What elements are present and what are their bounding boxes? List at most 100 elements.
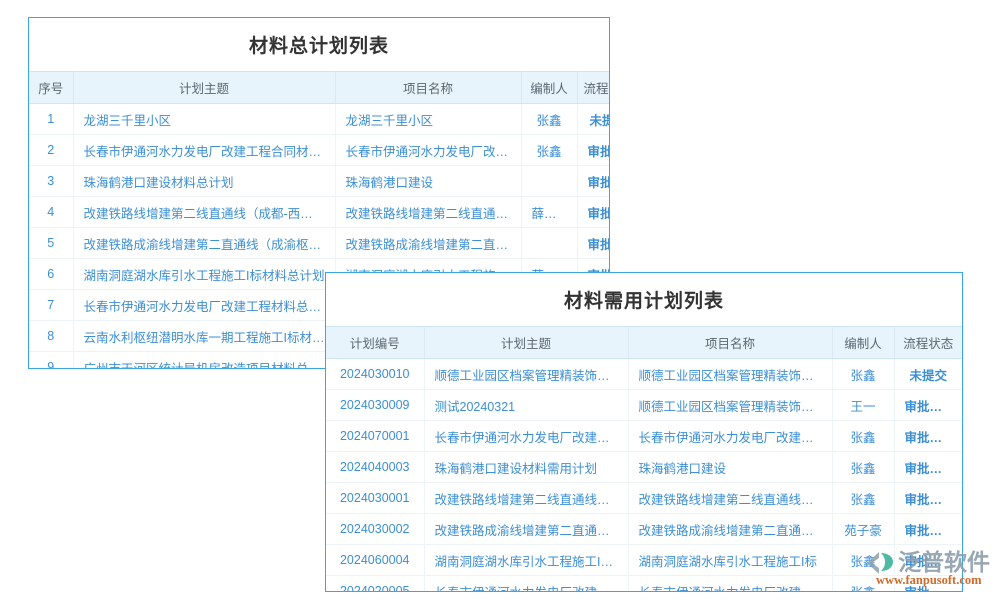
cell-person[interactable]: 张鑫	[832, 483, 894, 514]
table-row[interactable]: 2024020005长春市伊通河水力发电厂改建工程材...长春市伊通河水力发电厂…	[326, 576, 962, 593]
cell-status[interactable]: 审批通过	[577, 135, 610, 166]
cell-topic[interactable]: 测试20240321	[424, 390, 628, 421]
cell-status[interactable]: 审批通过	[894, 483, 962, 514]
table-header-row: 序号 计划主题 项目名称 编制人 流程状态	[29, 72, 610, 104]
column-header-project[interactable]: 项目名称	[335, 72, 521, 104]
cell-code[interactable]: 2024060004	[326, 545, 424, 576]
cell-index[interactable]: 4	[29, 197, 73, 228]
table-header-row: 计划编号 计划主题 项目名称 编制人 流程状态	[326, 327, 962, 359]
cell-topic[interactable]: 珠海鹤港口建设材料总计划	[73, 166, 335, 197]
cell-code[interactable]: 2024030002	[326, 514, 424, 545]
cell-status[interactable]: 审批通过	[577, 228, 610, 259]
cell-person[interactable]	[521, 166, 577, 197]
cell-topic[interactable]: 湖南洞庭湖水库引水工程施工I标材料总计划	[73, 259, 335, 290]
cell-project[interactable]: 改建铁路线增建第二线直通线（成都...	[628, 483, 832, 514]
cell-code[interactable]: 2024070001	[326, 421, 424, 452]
cell-person[interactable]: 薛保丰	[521, 197, 577, 228]
cell-person[interactable]: 张鑫	[832, 421, 894, 452]
cell-topic[interactable]: 顺德工业园区档案管理精装饰工程（...	[424, 359, 628, 390]
cell-person[interactable]: 张鑫	[832, 576, 894, 593]
column-header-status[interactable]: 流程状态	[894, 327, 962, 359]
cell-person[interactable]: 张鑫	[832, 452, 894, 483]
cell-code[interactable]: 2024020005	[326, 576, 424, 593]
cell-topic[interactable]: 改建铁路线增建第二线直通线（成都-西安）...	[73, 197, 335, 228]
cell-code[interactable]: 2024040003	[326, 452, 424, 483]
cell-person[interactable]: 张鑫	[521, 104, 577, 135]
cell-topic[interactable]: 改建铁路成渝线增建第二直通线（成渝枢纽...	[73, 228, 335, 259]
cell-project[interactable]: 长春市伊通河水力发电厂改建工程	[335, 135, 521, 166]
cell-index[interactable]: 7	[29, 290, 73, 321]
table-row[interactable]: 4改建铁路线增建第二线直通线（成都-西安）...改建铁路线增建第二线直通线（..…	[29, 197, 610, 228]
cell-status[interactable]: 审批通过	[894, 421, 962, 452]
cell-project[interactable]: 珠海鹤港口建设	[628, 452, 832, 483]
cell-topic[interactable]: 长春市伊通河水力发电厂改建工程材料总计划	[73, 290, 335, 321]
cell-topic[interactable]: 长春市伊通河水力发电厂改建工程合同材料...	[73, 135, 335, 166]
cell-person[interactable]: 张鑫	[832, 359, 894, 390]
cell-status[interactable]: 未提交	[894, 359, 962, 390]
cell-person[interactable]: 苑子豪	[832, 514, 894, 545]
cell-topic[interactable]: 改建铁路线增建第二线直通线（成都...	[424, 483, 628, 514]
column-header-person[interactable]: 编制人	[521, 72, 577, 104]
cell-topic[interactable]: 云南水利枢纽潜明水库一期工程施工I标材料...	[73, 321, 335, 352]
table-row[interactable]: 2024030002改建铁路成渝线增建第二直通线（成...改建铁路成渝线增建第二…	[326, 514, 962, 545]
column-header-code[interactable]: 计划编号	[326, 327, 424, 359]
cell-code[interactable]: 2024030001	[326, 483, 424, 514]
total-plan-table-header: 序号 计划主题 项目名称 编制人 流程状态	[29, 72, 610, 104]
table-row[interactable]: 2024030009测试20240321顺德工业园区档案管理精装饰工程（...王…	[326, 390, 962, 421]
cell-index[interactable]: 2	[29, 135, 73, 166]
table-row[interactable]: 2024040003珠海鹤港口建设材料需用计划珠海鹤港口建设张鑫审批通过	[326, 452, 962, 483]
cell-project[interactable]: 改建铁路线增建第二线直通线（...	[335, 197, 521, 228]
cell-status[interactable]: 审批通过	[894, 390, 962, 421]
column-header-status[interactable]: 流程状态	[577, 72, 610, 104]
cell-index[interactable]: 8	[29, 321, 73, 352]
cell-person[interactable]: 王一	[832, 390, 894, 421]
cell-topic[interactable]: 珠海鹤港口建设材料需用计划	[424, 452, 628, 483]
cell-status[interactable]: 审批通过	[577, 166, 610, 197]
cell-status[interactable]: 审批通过	[894, 545, 962, 576]
cell-project[interactable]: 龙湖三千里小区	[335, 104, 521, 135]
table-row[interactable]: 3珠海鹤港口建设材料总计划珠海鹤港口建设 审批通过	[29, 166, 610, 197]
table-row[interactable]: 1龙湖三千里小区龙湖三千里小区张鑫未提交	[29, 104, 610, 135]
cell-project[interactable]: 顺德工业园区档案管理精装饰工程（...	[628, 359, 832, 390]
cell-index[interactable]: 6	[29, 259, 73, 290]
cell-project[interactable]: 长春市伊通河水力发电厂改建工程	[628, 576, 832, 593]
cell-project[interactable]: 顺德工业园区档案管理精装饰工程（...	[628, 390, 832, 421]
cell-project[interactable]: 长春市伊通河水力发电厂改建工程	[628, 421, 832, 452]
cell-topic[interactable]: 广州市天河区统计局机房改造项目材料总计划	[73, 352, 335, 370]
cell-index[interactable]: 3	[29, 166, 73, 197]
cell-topic[interactable]: 改建铁路成渝线增建第二直通线（成...	[424, 514, 628, 545]
cell-topic[interactable]: 长春市伊通河水力发电厂改建工程材...	[424, 576, 628, 593]
cell-person[interactable]: 张鑫	[521, 135, 577, 166]
cell-code[interactable]: 2024030010	[326, 359, 424, 390]
cell-code[interactable]: 2024030009	[326, 390, 424, 421]
cell-status[interactable]: 审批通过	[577, 197, 610, 228]
cell-status[interactable]: 审批通过	[894, 514, 962, 545]
cell-status[interactable]: 审批通过	[894, 452, 962, 483]
column-header-person[interactable]: 编制人	[832, 327, 894, 359]
column-header-index[interactable]: 序号	[29, 72, 73, 104]
demand-plan-table: 计划编号 计划主题 项目名称 编制人 流程状态 2024030010顺德工业园区…	[326, 326, 962, 592]
cell-index[interactable]: 9	[29, 352, 73, 370]
column-header-topic[interactable]: 计划主题	[424, 327, 628, 359]
column-header-project[interactable]: 项目名称	[628, 327, 832, 359]
cell-index[interactable]: 5	[29, 228, 73, 259]
column-header-topic[interactable]: 计划主题	[73, 72, 335, 104]
cell-project[interactable]: 改建铁路成渝线增建第二直通线（成...	[628, 514, 832, 545]
cell-project[interactable]: 湖南洞庭湖水库引水工程施工I标	[628, 545, 832, 576]
cell-project[interactable]: 珠海鹤港口建设	[335, 166, 521, 197]
cell-status[interactable]: 未提交	[577, 104, 610, 135]
cell-person[interactable]	[521, 228, 577, 259]
cell-topic[interactable]: 湖南洞庭湖水库引水工程施工I标材...	[424, 545, 628, 576]
cell-index[interactable]: 1	[29, 104, 73, 135]
table-row[interactable]: 2024030010顺德工业园区档案管理精装饰工程（...顺德工业园区档案管理精…	[326, 359, 962, 390]
table-row[interactable]: 2024030001改建铁路线增建第二线直通线（成都...改建铁路线增建第二线直…	[326, 483, 962, 514]
cell-person[interactable]: 张鑫	[832, 545, 894, 576]
table-row[interactable]: 2长春市伊通河水力发电厂改建工程合同材料...长春市伊通河水力发电厂改建工程张鑫…	[29, 135, 610, 166]
cell-topic[interactable]: 长春市伊通河水力发电厂改建工程合...	[424, 421, 628, 452]
cell-topic[interactable]: 龙湖三千里小区	[73, 104, 335, 135]
cell-status[interactable]: 审批通过	[894, 576, 962, 593]
table-row[interactable]: 5改建铁路成渝线增建第二直通线（成渝枢纽...改建铁路成渝线增建第二直通线...…	[29, 228, 610, 259]
table-row[interactable]: 2024060004湖南洞庭湖水库引水工程施工I标材...湖南洞庭湖水库引水工程…	[326, 545, 962, 576]
cell-project[interactable]: 改建铁路成渝线增建第二直通线...	[335, 228, 521, 259]
table-row[interactable]: 2024070001长春市伊通河水力发电厂改建工程合...长春市伊通河水力发电厂…	[326, 421, 962, 452]
